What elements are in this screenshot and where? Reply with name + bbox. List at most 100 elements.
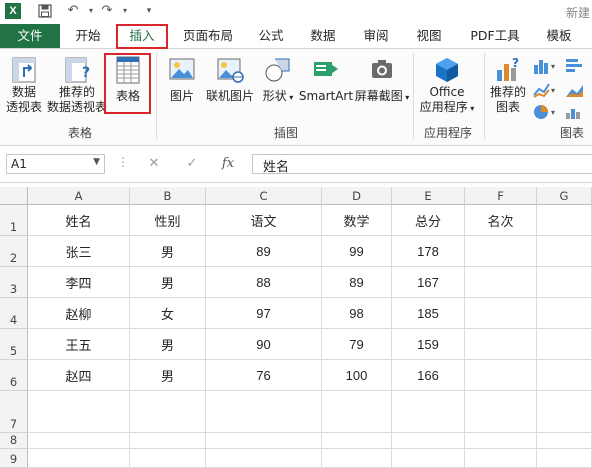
cell-c2[interactable]: 89: [206, 236, 322, 267]
cell-d5[interactable]: 79: [322, 329, 392, 360]
cell-g2[interactable]: [537, 236, 592, 267]
column-header-g[interactable]: G: [537, 187, 592, 205]
cell-a5[interactable]: 王五: [28, 329, 130, 360]
row-header-3[interactable]: 3: [0, 267, 28, 298]
cell-g9[interactable]: [537, 449, 592, 468]
cell-f2[interactable]: [465, 236, 537, 267]
redo-dropdown-icon[interactable]: ▾: [116, 2, 134, 20]
cell-f3[interactable]: [465, 267, 537, 298]
cell-c3[interactable]: 88: [206, 267, 322, 298]
cell-b3[interactable]: 男: [130, 267, 206, 298]
cell-f1[interactable]: 名次: [465, 205, 537, 236]
shapes-button[interactable]: 形状 ▾: [258, 55, 298, 105]
cell-b4[interactable]: 女: [130, 298, 206, 329]
cell-b8[interactable]: [130, 433, 206, 449]
online-pictures-button[interactable]: 联机图片: [202, 55, 258, 104]
picture-button[interactable]: 图片: [162, 55, 202, 104]
cell-d9[interactable]: [322, 449, 392, 468]
column-header-a[interactable]: A: [28, 187, 130, 205]
cell-a2[interactable]: 张三: [28, 236, 130, 267]
tab-review[interactable]: 审阅: [355, 24, 397, 48]
tab-view[interactable]: 视图: [408, 24, 450, 48]
cell-b7[interactable]: [130, 391, 206, 433]
cell-f7[interactable]: [465, 391, 537, 433]
row-header-4[interactable]: 4: [0, 298, 28, 329]
cell-g6[interactable]: [537, 360, 592, 391]
customize-toolbar-icon[interactable]: ▾: [140, 2, 158, 20]
cell-c6[interactable]: 76: [206, 360, 322, 391]
row-header-8[interactable]: 8: [0, 433, 28, 449]
pivottable-button[interactable]: 数据 透视表: [4, 55, 44, 115]
cell-e3[interactable]: 167: [392, 267, 465, 298]
cell-g3[interactable]: [537, 267, 592, 298]
tab-page-layout[interactable]: 页面布局: [176, 24, 240, 48]
cell-a8[interactable]: [28, 433, 130, 449]
cell-b2[interactable]: 男: [130, 236, 206, 267]
cell-c9[interactable]: [206, 449, 322, 468]
tab-templates[interactable]: 模板: [536, 24, 582, 48]
row-header-6[interactable]: 6: [0, 360, 28, 391]
cell-d4[interactable]: 98: [322, 298, 392, 329]
select-all-corner[interactable]: [0, 187, 28, 205]
cell-c4[interactable]: 97: [206, 298, 322, 329]
cell-b6[interactable]: 男: [130, 360, 206, 391]
tab-home[interactable]: 开始: [66, 24, 110, 48]
cell-f4[interactable]: [465, 298, 537, 329]
cell-b9[interactable]: [130, 449, 206, 468]
row-header-9[interactable]: 9: [0, 449, 28, 468]
cell-c5[interactable]: 90: [206, 329, 322, 360]
cell-a9[interactable]: [28, 449, 130, 468]
cell-a7[interactable]: [28, 391, 130, 433]
area-chart-icon[interactable]: [564, 81, 592, 99]
cell-d8[interactable]: [322, 433, 392, 449]
tab-pdf-tools[interactable]: PDF工具: [462, 24, 528, 48]
cell-e1[interactable]: 总分: [392, 205, 465, 236]
row-header-7[interactable]: 7: [0, 391, 28, 433]
undo-icon[interactable]: ↶: [64, 2, 82, 20]
name-box-dropdown-icon[interactable]: ▼: [93, 157, 100, 167]
screenshot-button[interactable]: 屏幕截图 ▾: [354, 55, 410, 105]
cell-b5[interactable]: 男: [130, 329, 206, 360]
cell-g8[interactable]: [537, 433, 592, 449]
cell-e9[interactable]: [392, 449, 465, 468]
cell-f6[interactable]: [465, 360, 537, 391]
cell-a1[interactable]: 姓名: [28, 205, 130, 236]
insert-function-icon[interactable]: fx: [216, 154, 240, 174]
name-box[interactable]: A1 ▼: [6, 154, 105, 174]
tab-data[interactable]: 数据: [302, 24, 344, 48]
cell-e5[interactable]: 159: [392, 329, 465, 360]
redo-icon[interactable]: ↷: [98, 2, 116, 20]
tab-file[interactable]: 文件: [0, 24, 60, 48]
cell-f5[interactable]: [465, 329, 537, 360]
cell-g7[interactable]: [537, 391, 592, 433]
cell-c8[interactable]: [206, 433, 322, 449]
cell-d3[interactable]: 89: [322, 267, 392, 298]
column-header-f[interactable]: F: [465, 187, 537, 205]
cell-g1[interactable]: [537, 205, 592, 236]
column-header-c[interactable]: C: [206, 187, 322, 205]
formula-input[interactable]: 姓名: [252, 154, 592, 175]
office-apps-button[interactable]: Office 应用程序 ▾: [416, 55, 478, 116]
tab-formulas[interactable]: 公式: [250, 24, 292, 48]
smartart-button[interactable]: SmartArt: [298, 55, 354, 104]
bar-chart-icon[interactable]: [564, 57, 592, 75]
cell-a4[interactable]: 赵柳: [28, 298, 130, 329]
cell-d2[interactable]: 99: [322, 236, 392, 267]
row-header-5[interactable]: 5: [0, 329, 28, 360]
cancel-icon[interactable]: ✕: [142, 154, 166, 174]
cell-a6[interactable]: 赵四: [28, 360, 130, 391]
column-header-e[interactable]: E: [392, 187, 465, 205]
recommended-charts-button[interactable]: ? 推荐的 图表: [486, 55, 530, 115]
cell-a3[interactable]: 李四: [28, 267, 130, 298]
row-header-2[interactable]: 2: [0, 236, 28, 267]
line-chart-icon[interactable]: ▾: [532, 81, 558, 99]
cell-b1[interactable]: 性别: [130, 205, 206, 236]
resize-handle-icon[interactable]: ⋮: [117, 155, 129, 169]
enter-icon[interactable]: ✓: [180, 154, 204, 174]
cell-c7[interactable]: [206, 391, 322, 433]
recommended-pivottables-button[interactable]: ? 推荐的 数据透视表: [46, 55, 108, 115]
column-header-b[interactable]: B: [130, 187, 206, 205]
cell-g5[interactable]: [537, 329, 592, 360]
cell-c1[interactable]: 语文: [206, 205, 322, 236]
cell-e8[interactable]: [392, 433, 465, 449]
